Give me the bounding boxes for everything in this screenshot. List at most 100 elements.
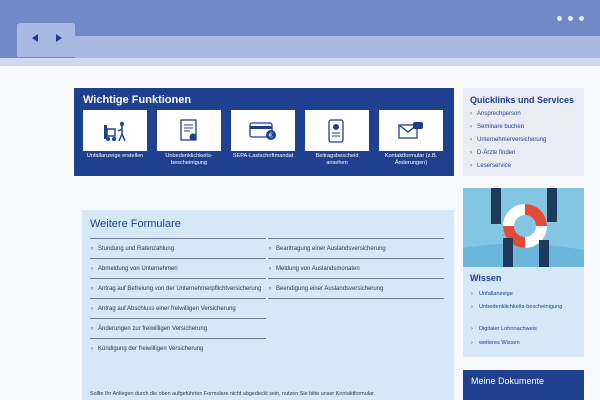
form-link-label: Beantragung einer Auslandsversicherung bbox=[276, 246, 386, 252]
chevron-right-icon: › bbox=[91, 246, 93, 252]
forklift-worker-icon bbox=[104, 121, 126, 141]
wissen-link-label: Digitaler Lohnnachweis bbox=[479, 326, 537, 332]
quicklink-label: Seminare buchen bbox=[477, 124, 525, 130]
browser-toolbar bbox=[75, 36, 600, 58]
wissen-link[interactable]: › Unbedenklichkeits-bescheinigung bbox=[471, 304, 579, 311]
menu-dot-icon bbox=[579, 16, 584, 21]
wissen-link-label: Unfallanzeige bbox=[479, 291, 513, 297]
form-link[interactable]: › Antrag auf Befreiung von der Unternehme… bbox=[90, 278, 266, 298]
tile-label: SEPA-Lastschriftmandat bbox=[232, 153, 294, 159]
certificate-icon bbox=[180, 118, 197, 141]
wichtige-funktionen-panel: Wichtige Funktionen Unfallanzeige erstel… bbox=[74, 88, 454, 176]
wissen-panel: Wissen › Unfallanzeige › Unbedenklichkeits… bbox=[463, 188, 584, 357]
quicklinks-title: Quicklinks und Services bbox=[470, 95, 575, 105]
tile-kontaktformular[interactable]: Kontaktformular (z.B. Änderungen) bbox=[379, 110, 443, 172]
triangle-right-icon bbox=[56, 34, 62, 42]
wissen-link[interactable]: › Unfallanzeige bbox=[471, 291, 579, 298]
browser-chrome bbox=[0, 0, 600, 66]
tile-label: Kontaktformular (z.B. Änderungen) bbox=[384, 153, 438, 166]
wissen-image bbox=[463, 188, 584, 267]
tile-icon-box bbox=[305, 110, 369, 151]
quicklink-label: Leserservice bbox=[477, 163, 512, 169]
envelope-chat-icon bbox=[398, 121, 423, 139]
chevron-right-icon: › bbox=[470, 124, 472, 130]
chevron-right-icon: › bbox=[471, 291, 473, 297]
form-link-label: Stundung und Ratenzahlung bbox=[98, 246, 175, 252]
tile-icon-box bbox=[157, 110, 221, 151]
wissen-link-label: Unbedenklichkeits-bescheinigung bbox=[479, 304, 563, 310]
document-phone-icon bbox=[328, 118, 344, 143]
quicklink-label: Ansprechperson bbox=[477, 111, 521, 117]
form-link-label: Abmeldung von Unternehmen bbox=[98, 266, 178, 272]
quicklink-item[interactable]: › D-Ärzte finden bbox=[470, 150, 516, 156]
tile-icon-box: € bbox=[231, 110, 295, 151]
tile-icon-box bbox=[379, 110, 443, 151]
chevron-right-icon: › bbox=[470, 163, 472, 169]
forms-column-right: › Beantragung einer Auslandsversicherung … bbox=[268, 238, 444, 299]
tile-unfallanzeige[interactable]: Unfallanzeige erstellen bbox=[83, 110, 147, 172]
meine-dokumente-title: Meine Dokumente bbox=[471, 376, 545, 386]
form-link[interactable]: › Stundung und Ratenzahlung bbox=[90, 238, 266, 258]
tile-unbedenklichkeit[interactable]: Unbedenklichkeits-bescheinigung bbox=[157, 110, 221, 172]
weitere-formulare-panel: Weitere Formulare › Stundung und Ratenzah… bbox=[82, 210, 454, 400]
menu-dot-icon bbox=[568, 16, 573, 21]
tile-sepa[interactable]: € SEPA-Lastschriftmandat bbox=[231, 110, 295, 172]
form-link-label: Kündigung der freiwilligen Versicherung bbox=[98, 346, 204, 352]
quicklink-item[interactable]: › Unternehmerversicherung bbox=[470, 137, 547, 143]
quicklink-item[interactable]: › Leserservice bbox=[470, 163, 512, 169]
quicklink-item[interactable]: › Seminare buchen bbox=[470, 124, 525, 130]
svg-text:€: € bbox=[269, 131, 273, 139]
form-link[interactable]: › Kündigung der freiwilligen Versicherung bbox=[90, 338, 266, 358]
form-link[interactable]: › Abmeldung von Unternehmen bbox=[90, 258, 266, 278]
wissen-title: Wissen bbox=[470, 273, 502, 283]
chevron-right-icon: › bbox=[471, 326, 473, 332]
quicklinks-panel: Quicklinks und Services › Ansprechperson … bbox=[463, 88, 584, 176]
chevron-right-icon: › bbox=[471, 340, 473, 346]
form-link-label: Änderungen zur freiwilligen Versicherung bbox=[98, 326, 208, 332]
chevron-right-icon: › bbox=[471, 304, 473, 310]
form-link-label: Antrag auf Befreiung von der Unternehmer… bbox=[98, 286, 262, 292]
form-link-label: Beendigung einer Auslandsversicherung bbox=[276, 286, 384, 292]
browser-tab[interactable] bbox=[17, 23, 75, 57]
wissen-link[interactable]: › Digitaler Lohnnachweis bbox=[471, 326, 579, 333]
triangle-left-icon bbox=[32, 34, 38, 42]
forms-note: Sollte Ihr Anliegen durch die oben aufge… bbox=[90, 391, 375, 397]
chevron-right-icon: › bbox=[91, 326, 93, 332]
meine-dokumente-panel[interactable]: Meine Dokumente bbox=[463, 370, 584, 400]
lifebuoy-hands-icon bbox=[463, 188, 584, 267]
chevron-right-icon: › bbox=[269, 286, 271, 292]
chevron-right-icon: › bbox=[91, 286, 93, 292]
tile-label: Unfallanzeige erstellen bbox=[86, 153, 144, 159]
quicklink-item[interactable]: › Ansprechperson bbox=[470, 111, 521, 117]
wichtige-funktionen-title: Wichtige Funktionen bbox=[83, 94, 192, 106]
chevron-right-icon: › bbox=[269, 266, 271, 272]
wissen-link-label: weiteres Wissen bbox=[479, 340, 520, 346]
form-link-label: Antrag auf Abschluss einer freiwilligen … bbox=[98, 306, 236, 312]
chevron-right-icon: › bbox=[470, 111, 472, 117]
form-link[interactable]: › Änderungen zur freiwilligen Versicherun… bbox=[90, 318, 266, 338]
weitere-formulare-title: Weitere Formulare bbox=[90, 218, 181, 230]
form-link-label: Meldung von Auslandsmonaten bbox=[276, 266, 360, 272]
quicklink-label: Unternehmerversicherung bbox=[477, 137, 547, 143]
form-link[interactable]: › Beantragung einer Auslandsversicherung bbox=[268, 238, 444, 258]
form-link[interactable]: › Beendigung einer Auslandsversicherung bbox=[268, 278, 444, 299]
chevron-right-icon: › bbox=[91, 346, 93, 352]
chevron-right-icon: › bbox=[91, 306, 93, 312]
tile-icon-box bbox=[83, 110, 147, 151]
chevron-right-icon: › bbox=[470, 150, 472, 156]
window-menu[interactable] bbox=[557, 16, 584, 21]
tile-beitragsbescheid[interactable]: Beitragsbescheid ansehen bbox=[305, 110, 369, 172]
tile-label: Beitragsbescheid ansehen bbox=[315, 153, 359, 166]
credit-card-euro-icon: € bbox=[249, 121, 276, 140]
forms-column-left: › Stundung und Ratenzahlung › Abmeldung vo… bbox=[90, 238, 266, 358]
form-link[interactable]: › Antrag auf Abschluss einer freiwilligen… bbox=[90, 298, 266, 318]
chevron-right-icon: › bbox=[91, 266, 93, 272]
wissen-link[interactable]: › weiteres Wissen bbox=[471, 340, 579, 347]
tile-label: Unbedenklichkeits-bescheinigung bbox=[165, 153, 213, 166]
menu-dot-icon bbox=[557, 16, 562, 21]
forward-button[interactable] bbox=[52, 33, 66, 47]
toolbar-divider bbox=[0, 58, 600, 66]
quicklink-label: D-Ärzte finden bbox=[477, 150, 516, 156]
back-button[interactable] bbox=[28, 33, 42, 47]
form-link[interactable]: › Meldung von Auslandsmonaten bbox=[268, 258, 444, 278]
